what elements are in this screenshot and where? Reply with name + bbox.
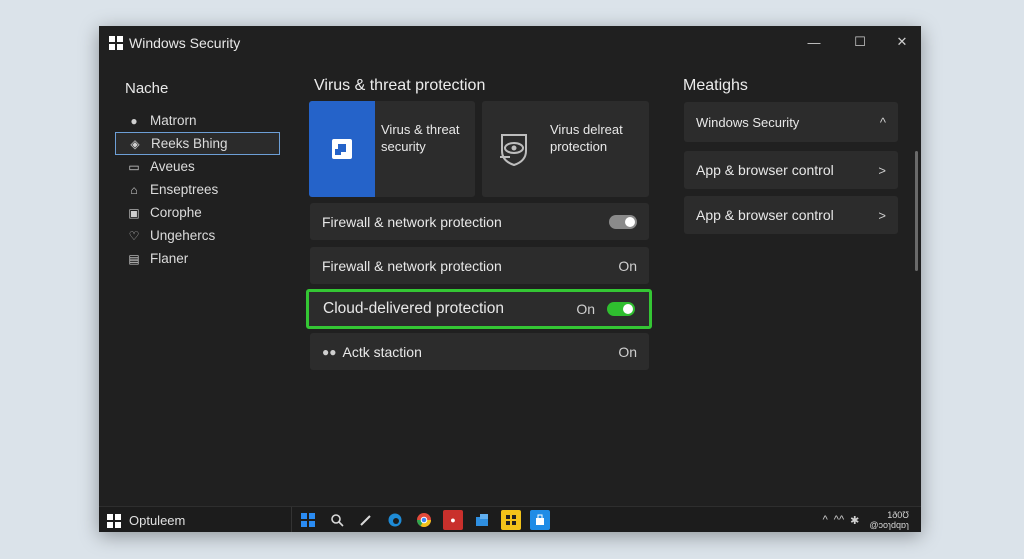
lock-icon: ● xyxy=(130,113,138,128)
sidebar-item-label: Reeks Bhing xyxy=(151,136,228,151)
app-browser-control-link-1[interactable]: App & browser control > xyxy=(684,151,898,189)
virus-threat-security-tile[interactable]: Virus & threat security xyxy=(309,101,475,197)
firewall-network-toggle-row[interactable]: Firewall & network protection xyxy=(310,203,649,240)
search-icon[interactable] xyxy=(327,510,347,530)
wifi-icon[interactable]: ^^ xyxy=(834,514,844,526)
windows-logo-icon xyxy=(109,36,123,50)
virus-shield-icon xyxy=(309,101,375,197)
right-heading: Meatighs xyxy=(683,77,748,94)
close-icon: ✕ xyxy=(896,34,908,49)
tile-label: Virus & threat security xyxy=(381,122,460,154)
close-button[interactable]: ✕ xyxy=(883,30,921,54)
row-state: On xyxy=(618,257,637,274)
chevron-up-icon: ^ xyxy=(879,114,886,130)
windows-logo-icon xyxy=(107,513,121,528)
virus-delreat-protection-tile[interactable]: Virus delreat protection xyxy=(482,101,649,197)
taskbar: Optuleem ● ^ ^^ ✱ 1ð0Ʊ @ɔoɿdqɒɿ xyxy=(99,506,921,532)
heart-icon: ♡ xyxy=(128,228,140,243)
sidebar-item-ungehercs[interactable]: ♡ Ungehercs xyxy=(115,224,280,247)
red-app-icon[interactable]: ● xyxy=(443,510,463,530)
row-label: Actk staction xyxy=(342,343,422,360)
windows-security-window: Windows Security — ☐ ✕ Nache ● Matrorn ◈… xyxy=(99,26,921,532)
sidebar-item-aveues[interactable]: ▭ Aveues xyxy=(115,155,280,178)
pen-icon[interactable] xyxy=(356,510,376,530)
sidebar-item-enseptrees[interactable]: ⌂ Enseptrees xyxy=(115,178,280,201)
eye-shield-icon xyxy=(482,101,548,197)
right-item-label: App & browser control xyxy=(696,207,834,223)
minimize-button[interactable]: — xyxy=(795,30,833,54)
start-label: Optuleem xyxy=(129,513,186,528)
shield-diamond-icon: ◈ xyxy=(130,136,140,151)
cloud-delivered-protection-row[interactable]: Cloud-delivered protection On xyxy=(306,289,652,329)
sidebar-item-label: Enseptrees xyxy=(150,182,219,197)
monitor-icon: ▣ xyxy=(128,205,140,220)
sidebar-item-label: Aveues xyxy=(150,159,195,174)
row-label: Firewall & network protection xyxy=(322,257,502,274)
cloud-protection-toggle[interactable] xyxy=(607,302,635,316)
sidebar-nav: ● Matrorn ◈ Reeks Bhing ▭ Aveues ⌂ Ensep… xyxy=(115,109,280,270)
firewall-toggle[interactable] xyxy=(609,214,637,229)
app-browser-control-link-2[interactable]: App & browser control > xyxy=(684,196,898,234)
sidebar-item-label: Matrorn xyxy=(150,113,197,128)
clock-date: @ɔoɿdqɒɿ xyxy=(869,520,909,530)
sidebar-item-flaner[interactable]: ▤ Flaner xyxy=(115,247,280,270)
row-state: On xyxy=(576,301,595,317)
windows-start-icon[interactable] xyxy=(298,510,318,530)
tray-overflow-icon[interactable]: ^ xyxy=(823,514,828,526)
clock-time: 1ð0Ʊ xyxy=(887,510,909,520)
start-button[interactable]: Optuleem xyxy=(107,513,185,528)
taskbar-apps: ● xyxy=(298,510,559,530)
windows-security-collapse[interactable]: Windows Security ^ xyxy=(684,102,898,142)
actk-staction-row[interactable]: ●● Actk staction On xyxy=(310,333,649,370)
taskbar-divider xyxy=(291,507,292,532)
clock[interactable]: 1ð0Ʊ @ɔoɿdqɒɿ xyxy=(869,510,909,530)
title-bar[interactable]: Windows Security — ☐ ✕ xyxy=(99,26,921,60)
sidebar-item-label: Flaner xyxy=(150,251,189,266)
chrome-icon[interactable] xyxy=(414,510,434,530)
chevron-right-icon: > xyxy=(878,162,886,178)
sidebar-item-corophe[interactable]: ▣ Corophe xyxy=(115,201,280,224)
yellow-app-icon[interactable] xyxy=(501,510,521,530)
history-icon: ▤ xyxy=(128,251,140,266)
toggle-knob xyxy=(623,304,633,314)
chevron-right-icon: > xyxy=(878,207,886,223)
sidebar-item-label: Ungehercs xyxy=(150,228,216,243)
people-icon: ●● xyxy=(322,344,337,359)
system-tray: ^ ^^ ✱ 1ð0Ʊ @ɔoɿdqɒɿ xyxy=(817,507,909,532)
firewall-network-row[interactable]: Firewall & network protection On xyxy=(310,247,649,284)
store-icon[interactable] xyxy=(530,510,550,530)
scrollbar[interactable] xyxy=(915,151,918,271)
right-item-label: App & browser control xyxy=(696,162,834,178)
maximize-icon: ☐ xyxy=(854,34,866,49)
tile-label: Virus delreat protection xyxy=(550,122,623,154)
sidebar-item-reeks-bhing[interactable]: ◈ Reeks Bhing xyxy=(115,132,280,155)
row-state: On xyxy=(618,343,637,360)
main-heading: Virus & threat protection xyxy=(314,77,486,94)
toggle-knob xyxy=(625,216,635,227)
row-label: Cloud-delivered protection xyxy=(323,300,504,317)
blue-app-icon[interactable] xyxy=(472,510,492,530)
settings-icon[interactable]: ✱ xyxy=(850,514,859,527)
home-icon: ⌂ xyxy=(130,182,138,197)
window-icon: ▭ xyxy=(128,159,140,174)
sidebar-item-matrorn[interactable]: ● Matrorn xyxy=(115,109,280,132)
sidebar-heading: Nache xyxy=(125,80,169,97)
maximize-button[interactable]: ☐ xyxy=(841,30,879,54)
row-label: Firewall & network protection xyxy=(322,213,502,230)
minimize-icon: — xyxy=(807,34,821,50)
sidebar-item-label: Corophe xyxy=(150,205,202,220)
window-title: Windows Security xyxy=(129,35,241,51)
right-item-label: Windows Security xyxy=(696,114,800,130)
edge-browser-icon[interactable] xyxy=(385,510,405,530)
